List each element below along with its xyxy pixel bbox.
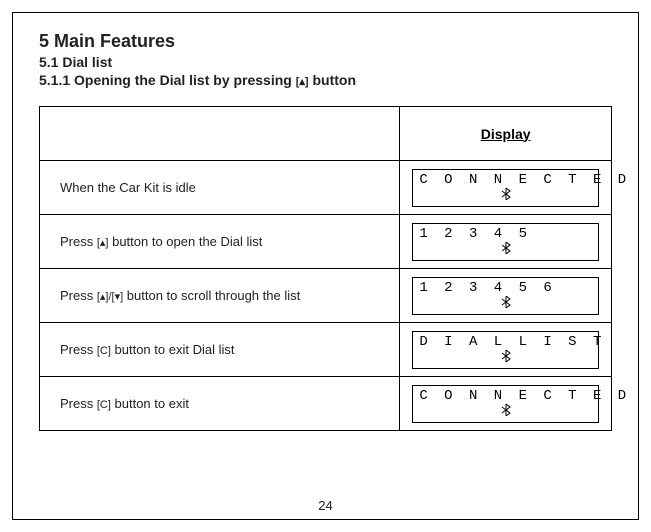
instruction-text: When the Car Kit is idle [60, 180, 196, 195]
heading-subsection: 5.1.1 Opening the Dial list by pressing … [39, 72, 612, 88]
instruction-cell: Press [C] button to exit Dial list [40, 323, 400, 377]
bluetooth-icon [413, 242, 598, 258]
lcd-display: 1 2 3 4 5 [412, 223, 599, 261]
up-button-symbol: [▴] [97, 237, 109, 249]
instruction-cell: Press [▴] button to open the Dial list [40, 215, 400, 269]
instruction-text: Press [60, 288, 97, 303]
table-row: Press [▴]/[▾] button to scroll through t… [40, 269, 612, 323]
lcd-text: C O N N E C T E D [413, 170, 598, 188]
c-button-symbol: [C] [97, 399, 111, 411]
table-row: When the Car Kit is idle C O N N E C T E… [40, 161, 612, 215]
instruction-text: button to exit Dial list [111, 342, 235, 357]
instruction-text: Press [60, 396, 97, 411]
subsection-text-suffix: button [309, 72, 356, 88]
lcd-text: C O N N E C T E D [413, 386, 598, 404]
table-header-right: Display [400, 107, 612, 161]
lcd-text: 1 2 3 4 5 6 [413, 278, 598, 296]
c-button-symbol: [C] [97, 345, 111, 357]
lcd-text: 1 2 3 4 5 [413, 224, 598, 242]
instruction-cell: When the Car Kit is idle [40, 161, 400, 215]
instruction-text: Press [60, 234, 97, 249]
instruction-text: button to exit [111, 396, 189, 411]
bluetooth-icon [413, 188, 598, 204]
lcd-display: C O N N E C T E D [412, 169, 599, 207]
instruction-text: Press [60, 342, 97, 357]
lcd-display: 1 2 3 4 5 6 [412, 277, 599, 315]
table-row: Press [C] button to exit Dial list D I A… [40, 323, 612, 377]
feature-table: Display When the Car Kit is idle C O N N… [39, 106, 612, 431]
display-cell: C O N N E C T E D [400, 161, 612, 215]
bluetooth-icon [413, 350, 598, 366]
bluetooth-icon [413, 404, 598, 420]
display-cell: 1 2 3 4 5 6 [400, 269, 612, 323]
lcd-display: C O N N E C T E D [412, 385, 599, 423]
display-cell: D I A L L I S T [400, 323, 612, 377]
lcd-text: D I A L L I S T [413, 332, 598, 350]
display-cell: 1 2 3 4 5 [400, 215, 612, 269]
instruction-text: button to open the Dial list [108, 234, 262, 249]
table-row: Press [C] button to exit C O N N E C T E… [40, 377, 612, 431]
up-button-symbol: [▴] [296, 76, 309, 88]
instruction-cell: Press [C] button to exit [40, 377, 400, 431]
table-header-left [40, 107, 400, 161]
table-header-row: Display [40, 107, 612, 161]
lcd-display: D I A L L I S T [412, 331, 599, 369]
heading-section: 5.1 Dial list [39, 54, 612, 70]
display-header-text: Display [481, 126, 531, 142]
subsection-text-prefix: 5.1.1 Opening the Dial list by pressing [39, 72, 296, 88]
instruction-text: button to scroll through the list [123, 288, 300, 303]
table-row: Press [▴] button to open the Dial list 1… [40, 215, 612, 269]
instruction-cell: Press [▴]/[▾] button to scroll through t… [40, 269, 400, 323]
page-number: 24 [13, 498, 638, 513]
display-cell: C O N N E C T E D [400, 377, 612, 431]
bluetooth-icon [413, 296, 598, 312]
page-frame: 5 Main Features 5.1 Dial list 5.1.1 Open… [12, 12, 639, 520]
heading-chapter: 5 Main Features [39, 31, 612, 52]
up-down-button-symbol: [▴]/[▾] [97, 291, 123, 303]
